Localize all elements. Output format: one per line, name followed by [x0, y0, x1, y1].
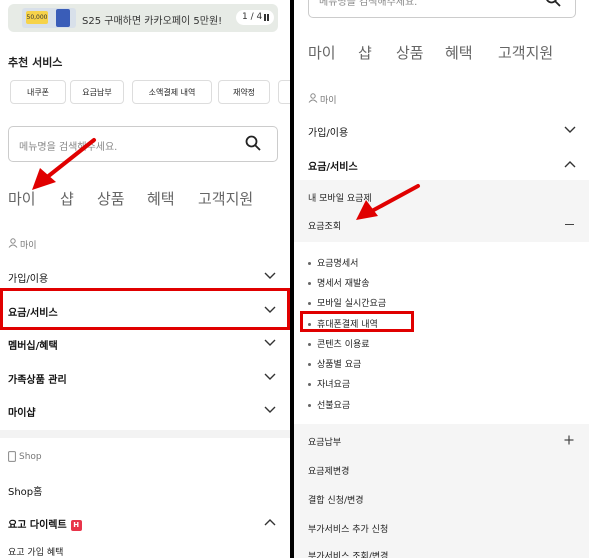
arrow-annotation — [32, 138, 96, 190]
left-panel: 50,000 S25 구매하면 카카오페이 5만원! 1 / 4 추천 서비스 … — [0, 0, 290, 558]
right-panel: 메뉴명을 검색해주세요. 마이 샵 상품 혜택 고객지원 마이 가입/이용 요금… — [294, 0, 589, 558]
arrow-annotation — [356, 184, 420, 220]
